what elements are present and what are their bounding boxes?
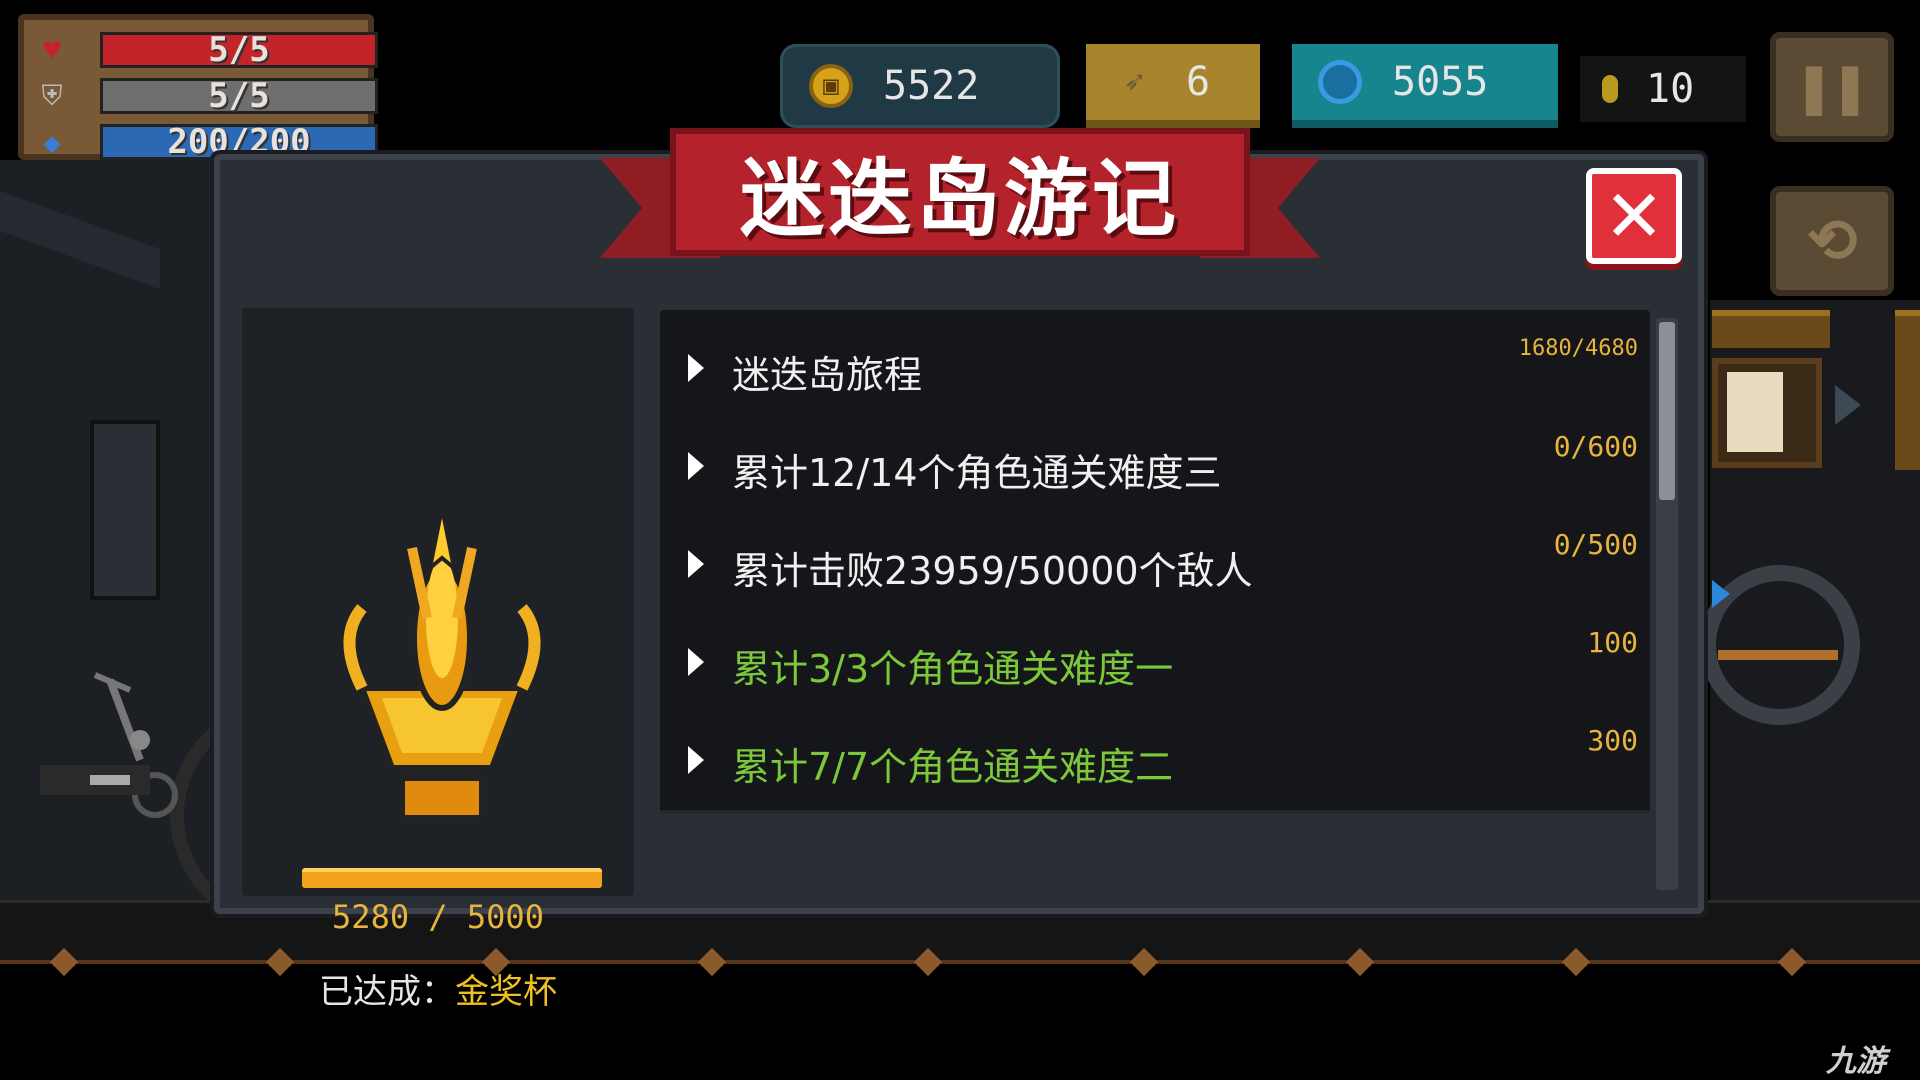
fish-value: 6 (1186, 59, 1211, 105)
expand-triangle-icon (688, 648, 704, 676)
task-label: 累计3/3个角色通关难度一 (732, 647, 1174, 691)
hp-bar: 5/5 (100, 30, 378, 70)
notice-paper (1727, 372, 1783, 452)
shelf (1712, 310, 1830, 348)
task-reward: 300 (1587, 724, 1638, 757)
wall-machine (90, 420, 160, 600)
task-row[interactable]: 迷迭岛旅程 1680/4680 (660, 310, 1650, 422)
task-list-scrollbar[interactable] (1656, 318, 1678, 890)
hp-row: ♥ 5/5 (34, 30, 378, 70)
pause-button[interactable]: ❚❚ (1770, 32, 1894, 142)
collection-progress-fill (302, 868, 602, 888)
motorcycle-sprite (40, 672, 178, 818)
task-label: 累计7/7个角色通关难度二 (732, 745, 1174, 789)
arrow-right-icon (1835, 385, 1861, 425)
title-ribbon: 迷迭岛游记 (600, 128, 1320, 278)
seed-value: 10 (1646, 66, 1695, 112)
task-label: 累计击败23959/50000个敌人 (732, 549, 1253, 593)
fish-counter: ➶ 6 (1086, 44, 1260, 128)
gem-counter: 5055 (1292, 44, 1558, 128)
seed-icon (1602, 75, 1618, 103)
player-stats-panel: ♥ 5/5 ⛨ 5/5 ◆ 200/200 (18, 14, 378, 162)
trophy-panel: 5280 / 5000 已达成：金奖杯 (242, 308, 634, 1012)
blue-marker-icon (1712, 580, 1730, 608)
gold-counter: ▣ 5522 (780, 44, 1060, 128)
shelf-side (1895, 310, 1920, 470)
achieved-value: 金奖杯 (455, 972, 557, 1012)
task-reward: 0/500 (1553, 528, 1638, 561)
wall-pipe (0, 190, 160, 290)
expand-triangle-icon (688, 452, 704, 480)
heart-icon: ♥ (43, 33, 61, 67)
gold-coin-icon: ▣ (809, 64, 853, 108)
ribbon-center: 迷迭岛游记 (670, 128, 1250, 256)
pause-icon: ❚❚ (1795, 52, 1869, 122)
close-icon: ✕ (1603, 174, 1665, 258)
task-label: 累计12/14个角色通关难度三 (732, 451, 1222, 495)
shield-icon: ⛨ (41, 79, 63, 112)
task-list[interactable]: 迷迭岛旅程 1680/4680 累计12/14个角色通关难度三 0/600 累计… (660, 310, 1660, 896)
watermark-logo: 九游 (1826, 1044, 1886, 1079)
task-label: 迷迭岛旅程 (732, 353, 923, 397)
task-reward: 0/600 (1553, 430, 1638, 463)
collection-progress-bar (302, 868, 602, 888)
task-row[interactable]: 累计7/7个角色通关难度二 300 (660, 702, 1650, 814)
gem-value: 5055 (1392, 59, 1489, 105)
weapon-sprite (1718, 650, 1838, 660)
gold-value: 5522 (883, 63, 980, 109)
armor-row: ⛨ 5/5 (34, 76, 378, 116)
task-reward: 100 (1587, 626, 1638, 659)
expand-triangle-icon (688, 354, 704, 382)
swap-character-button[interactable]: ⟲ (1770, 186, 1894, 296)
gem-icon (1318, 60, 1362, 104)
task-row[interactable]: 累计击败23959/50000个敌人 0/500 (660, 506, 1650, 618)
close-button[interactable]: ✕ (1586, 168, 1682, 264)
collection-progress-text: 5280 / 5000 (332, 898, 544, 936)
seed-counter: 10 (1580, 56, 1746, 122)
dialog-title: 迷迭岛游记 (739, 149, 1180, 248)
scrollbar-thumb[interactable] (1659, 322, 1675, 500)
energy-diamond-icon: ◆ (43, 125, 61, 159)
trophy-icon (343, 507, 541, 821)
achieved-label: 已达成： (319, 972, 455, 1012)
task-reward: 1680/4680 (1518, 336, 1638, 361)
task-row[interactable]: 累计3/3个角色通关难度一 100 (660, 604, 1650, 716)
task-row[interactable]: 累计12/14个角色通关难度三 0/600 (660, 408, 1650, 520)
achievement-line: 已达成：金奖杯 (242, 964, 634, 1013)
armor-bar: 5/5 (100, 76, 378, 116)
fish-icon: ➶ (1123, 62, 1145, 102)
expand-triangle-icon (688, 746, 704, 774)
swap-icon: ⟲ (1806, 206, 1858, 276)
expand-triangle-icon (688, 550, 704, 578)
